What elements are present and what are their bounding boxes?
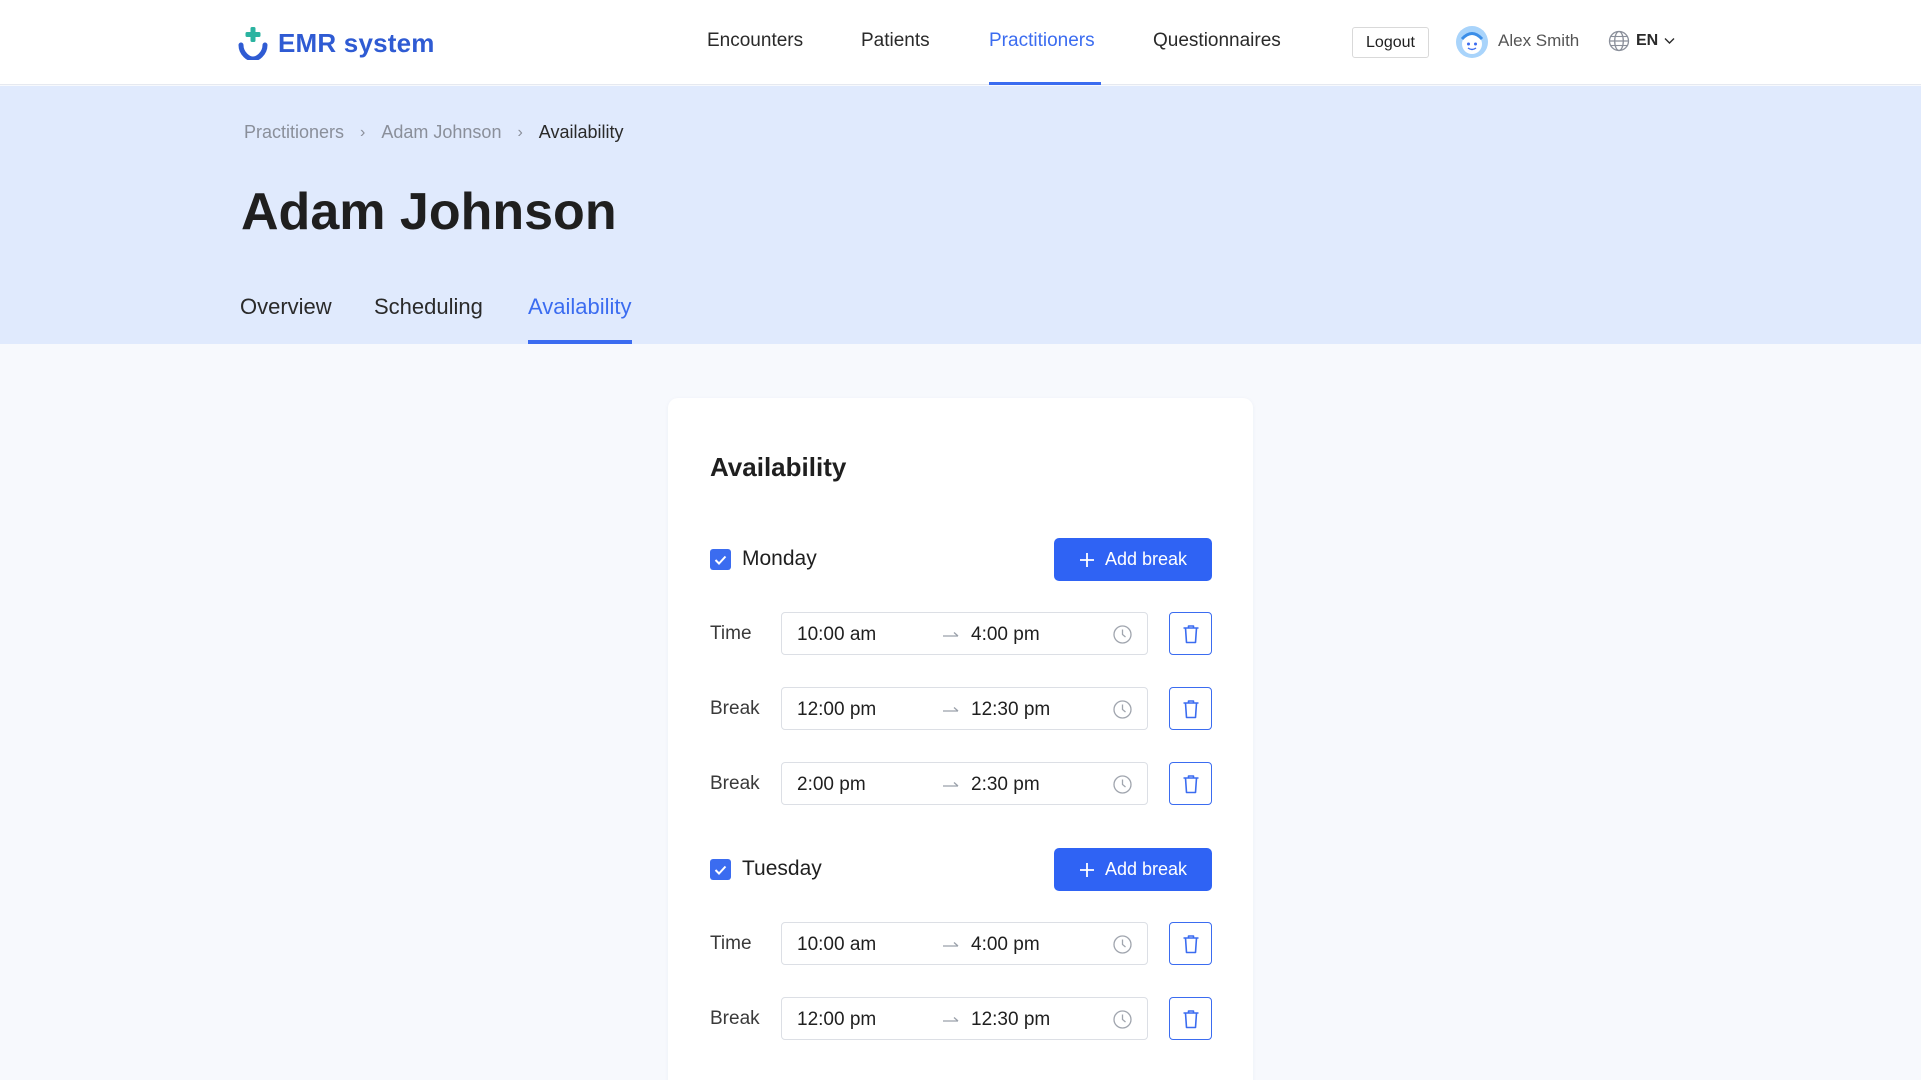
nav-encounters[interactable]: Encounters xyxy=(707,30,803,52)
logout-button[interactable]: Logout xyxy=(1352,27,1429,58)
end-time-input[interactable]: 4:00 pm xyxy=(971,624,1040,646)
delete-slot-button[interactable] xyxy=(1169,997,1212,1040)
tab-active-indicator xyxy=(528,340,632,344)
chevron-right-icon: › xyxy=(360,123,366,141)
clock-icon xyxy=(1113,1010,1132,1029)
slot-label: Break xyxy=(710,1008,760,1029)
slot-row: Break 2:00 pm 2:30 pm xyxy=(710,762,1212,805)
breadcrumb-current: Availability xyxy=(538,122,624,142)
delete-slot-button[interactable] xyxy=(1169,922,1212,965)
arrow-right-icon xyxy=(943,1017,959,1022)
time-range-picker[interactable]: 12:00 pm 12:30 pm xyxy=(781,687,1148,730)
slot-label: Time xyxy=(710,933,752,954)
arrow-right-icon xyxy=(943,707,959,712)
checkmark-icon xyxy=(714,865,727,875)
slot-label: Time xyxy=(710,623,752,644)
breadcrumb: Practitioners › Adam Johnson › Availabil… xyxy=(244,122,624,143)
trash-icon xyxy=(1183,1009,1198,1028)
nav-practitioners[interactable]: Practitioners xyxy=(989,30,1095,52)
slot-row: Break 12:00 pm 12:30 pm xyxy=(710,997,1212,1040)
add-break-button[interactable]: Add break xyxy=(1054,848,1212,891)
chevron-down-icon xyxy=(1664,38,1675,44)
day-label: Tuesday xyxy=(742,857,822,880)
tuesday-checkbox[interactable] xyxy=(710,859,731,880)
nav-questionnaires[interactable]: Questionnaires xyxy=(1153,30,1281,52)
start-time-input[interactable]: 12:00 pm xyxy=(797,699,876,721)
end-time-input[interactable]: 12:30 pm xyxy=(971,699,1050,721)
arrow-right-icon xyxy=(943,632,959,637)
checkmark-icon xyxy=(714,555,727,565)
start-time-input[interactable]: 2:00 pm xyxy=(797,774,866,796)
breadcrumb-practitioners[interactable]: Practitioners xyxy=(244,122,344,143)
slot-row: Break 12:00 pm 12:30 pm xyxy=(710,687,1212,730)
top-header: EMR system Encounters Patients Practitio… xyxy=(0,0,1921,85)
tab-scheduling[interactable]: Scheduling xyxy=(374,294,483,320)
end-time-input[interactable]: 12:30 pm xyxy=(971,1009,1050,1031)
page-title: Adam Johnson xyxy=(241,183,617,241)
user-name[interactable]: Alex Smith xyxy=(1498,31,1579,51)
tab-overview[interactable]: Overview xyxy=(240,294,332,320)
plus-smile-logo-icon xyxy=(238,27,268,60)
slot-label: Break xyxy=(710,698,760,719)
end-time-input[interactable]: 4:00 pm xyxy=(971,934,1040,956)
end-time-input[interactable]: 2:30 pm xyxy=(971,774,1040,796)
tab-availability[interactable]: Availability xyxy=(528,294,632,320)
day-row-tuesday: Tuesday Add break xyxy=(710,848,1212,891)
nav-patients[interactable]: Patients xyxy=(861,30,930,52)
nav-active-indicator xyxy=(989,82,1101,85)
user-avatar-icon[interactable] xyxy=(1456,26,1488,58)
start-time-input[interactable]: 12:00 pm xyxy=(797,1009,876,1031)
trash-icon xyxy=(1183,934,1198,953)
chevron-right-icon: › xyxy=(517,123,523,141)
start-time-input[interactable]: 10:00 am xyxy=(797,624,876,646)
time-range-picker[interactable]: 10:00 am 4:00 pm xyxy=(781,922,1148,965)
add-break-button[interactable]: Add break xyxy=(1054,538,1212,581)
add-break-label: Add break xyxy=(1104,549,1188,569)
time-range-picker[interactable]: 12:00 pm 12:30 pm xyxy=(781,997,1148,1040)
delete-slot-button[interactable] xyxy=(1169,762,1212,805)
day-row-monday: Monday Add break xyxy=(710,538,1212,581)
globe-icon xyxy=(1608,30,1630,52)
slot-row: Time 10:00 am 4:00 pm xyxy=(710,922,1212,965)
plus-icon xyxy=(1079,862,1094,877)
delete-slot-button[interactable] xyxy=(1169,612,1212,655)
availability-card: Availability Monday Add break Time 10:00… xyxy=(668,398,1253,1080)
clock-icon xyxy=(1113,775,1132,794)
time-range-picker[interactable]: 10:00 am 4:00 pm xyxy=(781,612,1148,655)
start-time-input[interactable]: 10:00 am xyxy=(797,934,876,956)
add-break-label: Add break xyxy=(1104,859,1188,879)
arrow-right-icon xyxy=(943,942,959,947)
clock-icon xyxy=(1113,625,1132,644)
trash-icon xyxy=(1183,624,1198,643)
clock-icon xyxy=(1113,935,1132,954)
availability-title: Availability xyxy=(710,452,847,482)
app-name: EMR system xyxy=(278,27,435,58)
breadcrumb-practitioner-name[interactable]: Adam Johnson xyxy=(381,122,501,143)
plus-icon xyxy=(1079,552,1094,567)
arrow-right-icon xyxy=(943,782,959,787)
trash-icon xyxy=(1183,774,1198,793)
language-selector[interactable]: EN xyxy=(1608,30,1675,52)
avatar-image xyxy=(1456,26,1488,58)
slot-row: Time 10:00 am 4:00 pm xyxy=(710,612,1212,655)
monday-checkbox[interactable] xyxy=(710,549,731,570)
delete-slot-button[interactable] xyxy=(1169,687,1212,730)
trash-icon xyxy=(1183,699,1198,718)
clock-icon xyxy=(1113,700,1132,719)
time-range-picker[interactable]: 2:00 pm 2:30 pm xyxy=(781,762,1148,805)
app-logo[interactable]: EMR system xyxy=(238,26,435,60)
slot-label: Break xyxy=(710,773,760,794)
language-code: EN xyxy=(1636,32,1659,49)
page-hero: Practitioners › Adam Johnson › Availabil… xyxy=(0,86,1921,344)
day-label: Monday xyxy=(742,547,817,570)
